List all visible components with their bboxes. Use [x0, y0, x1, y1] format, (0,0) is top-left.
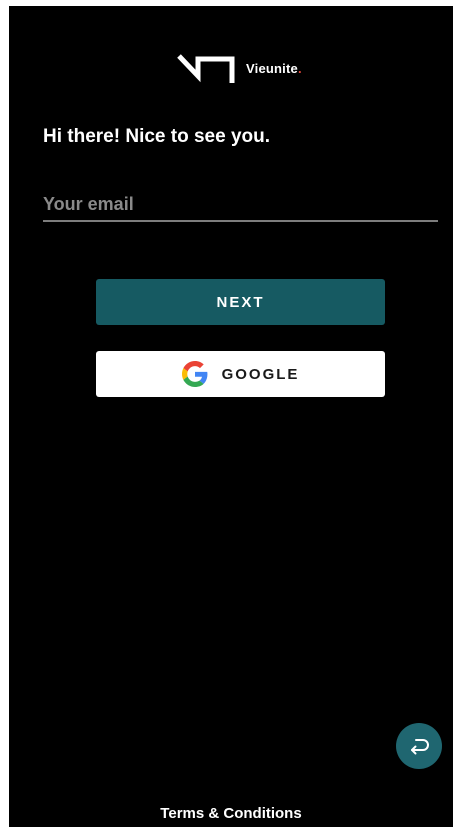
return-arrow-icon [411, 739, 429, 755]
greeting-title: Hi there! Nice to see you. [43, 126, 271, 147]
return-fab-button[interactable] [396, 723, 442, 769]
google-signin-button[interactable]: GOOGLE [96, 351, 385, 397]
next-button-label: NEXT [216, 293, 265, 311]
brand-name: Vieunite. [246, 60, 302, 76]
brand-dot: . [297, 60, 302, 76]
email-input[interactable] [43, 190, 438, 218]
google-button-label: GOOGLE [221, 365, 300, 383]
next-button[interactable]: NEXT [96, 279, 385, 325]
terms-link[interactable]: Terms & Conditions [9, 805, 453, 822]
login-screen: Vieunite. Hi there! Nice to see you. NEX… [9, 6, 453, 827]
email-field [43, 190, 438, 222]
google-icon [181, 361, 208, 387]
brand-logo: Vieunite. [176, 50, 302, 86]
vieunite-logo-icon [177, 54, 235, 83]
